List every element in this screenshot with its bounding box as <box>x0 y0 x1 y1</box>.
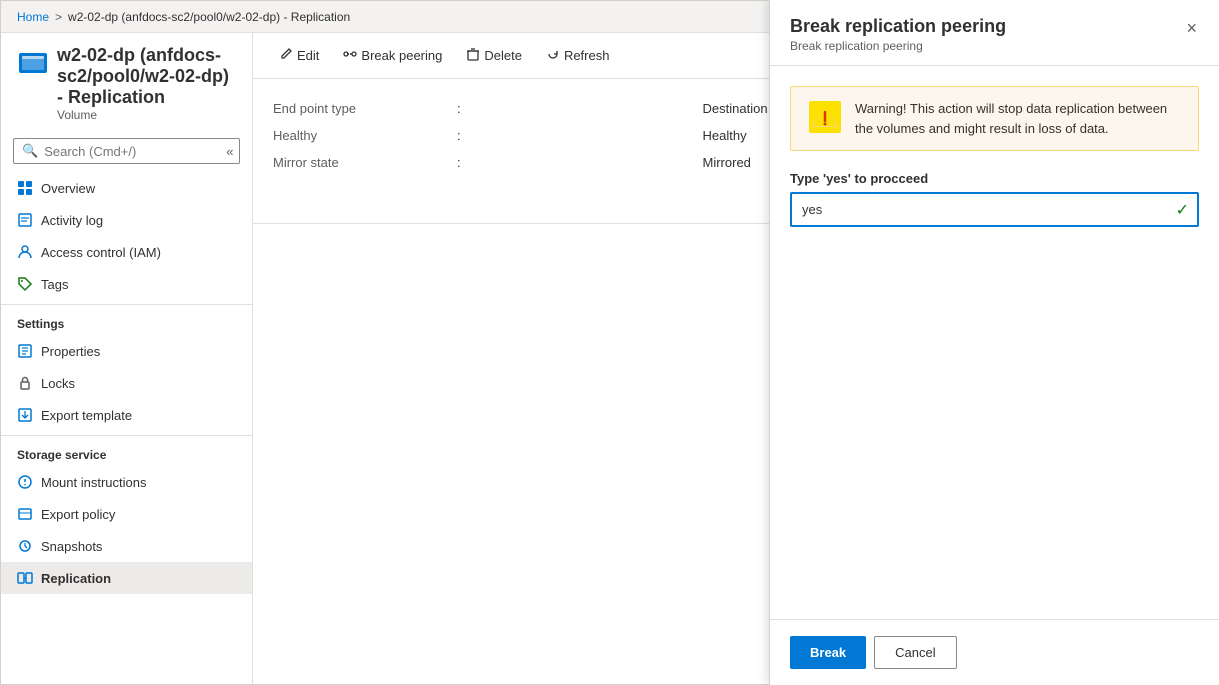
yes-input-section: Type 'yes' to procceed ✓ <box>790 171 1199 227</box>
panel-close-button[interactable]: × <box>1184 16 1199 41</box>
panel-subtitle: Break replication peering <box>790 39 1006 53</box>
break-button[interactable]: Break <box>790 636 866 669</box>
resource-icon <box>17 47 49 79</box>
search-box[interactable]: 🔍 « <box>13 138 240 164</box>
sidebar-item-label-activity-log: Activity log <box>41 213 103 228</box>
sidebar-item-label-replication: Replication <box>41 571 111 586</box>
collapse-icon[interactable]: « <box>226 144 233 159</box>
sidebar-item-label-overview: Overview <box>41 181 95 196</box>
warning-text: Warning! This action will stop data repl… <box>855 99 1182 138</box>
delete-button[interactable]: Delete <box>456 41 532 70</box>
yes-input[interactable] <box>790 192 1199 227</box>
mirror-label: Mirror state <box>273 149 453 176</box>
tags-icon <box>17 276 33 292</box>
activity-icon <box>17 212 33 228</box>
warning-icon <box>807 99 843 138</box>
sidebar-item-label-locks: Locks <box>41 376 75 391</box>
sidebar-item-snapshots[interactable]: Snapshots <box>1 530 252 562</box>
sidebar-item-label-export-template: Export template <box>41 408 132 423</box>
sidebar-item-overview[interactable]: Overview <box>1 172 252 204</box>
search-input[interactable] <box>44 144 220 159</box>
properties-icon <box>17 343 33 359</box>
settings-section-label: Settings <box>1 304 252 335</box>
warning-box: Warning! This action will stop data repl… <box>790 86 1199 151</box>
edit-button[interactable]: Edit <box>269 41 329 70</box>
healthy-label: Healthy <box>273 122 453 149</box>
panel-body: Warning! This action will stop data repl… <box>770 66 1219 619</box>
resource-subtitle: Volume <box>57 108 236 122</box>
sidebar-item-label-snapshots: Snapshots <box>41 539 102 554</box>
sidebar-item-replication[interactable]: Replication <box>1 562 252 594</box>
snapshots-icon <box>17 538 33 554</box>
search-icon: 🔍 <box>22 143 38 159</box>
breadcrumb-home[interactable]: Home <box>17 10 49 24</box>
break-peering-icon <box>343 47 357 64</box>
overview-icon <box>17 180 33 196</box>
panel-footer: Break Cancel <box>770 619 1219 685</box>
edit-icon <box>279 47 293 64</box>
resource-title: w2-02-dp (anfdocs-sc2/pool0/w2-02-dp) - … <box>57 45 236 108</box>
sidebar-item-mount-instructions[interactable]: Mount instructions <box>1 466 252 498</box>
delete-icon <box>466 47 480 64</box>
sidebar-item-label-properties: Properties <box>41 344 100 359</box>
sidebar-item-label-mount: Mount instructions <box>41 475 147 490</box>
input-wrapper: ✓ <box>790 192 1199 227</box>
break-replication-panel: Break replication peering Break replicat… <box>769 0 1219 685</box>
sidebar-item-access-control[interactable]: Access control (IAM) <box>1 236 252 268</box>
sidebar: w2-02-dp (anfdocs-sc2/pool0/w2-02-dp) - … <box>1 33 253 684</box>
sidebar-item-locks[interactable]: Locks <box>1 367 252 399</box>
refresh-icon <box>546 47 560 64</box>
breadcrumb-current: w2-02-dp (anfdocs-sc2/pool0/w2-02-dp) - … <box>68 10 350 24</box>
sidebar-item-export-template[interactable]: Export template <box>1 399 252 431</box>
refresh-button[interactable]: Refresh <box>536 41 620 70</box>
sidebar-item-activity-log[interactable]: Activity log <box>1 204 252 236</box>
endpoint-label: End point type <box>273 95 453 122</box>
sidebar-resource-header: w2-02-dp (anfdocs-sc2/pool0/w2-02-dp) - … <box>1 33 252 130</box>
storage-section-label: Storage service <box>1 435 252 466</box>
sidebar-item-label-tags: Tags <box>41 277 68 292</box>
sidebar-item-label-export-policy: Export policy <box>41 507 115 522</box>
panel-header: Break replication peering Break replicat… <box>770 0 1219 66</box>
input-label: Type 'yes' to procceed <box>790 171 1199 186</box>
replication-icon <box>17 570 33 586</box>
break-peering-button[interactable]: Break peering <box>333 41 452 70</box>
sidebar-item-properties[interactable]: Properties <box>1 335 252 367</box>
sidebar-navigation: Overview Activity log <box>1 172 252 684</box>
export-policy-icon <box>17 506 33 522</box>
panel-title: Break replication peering <box>790 16 1006 37</box>
sidebar-item-label-access: Access control (IAM) <box>41 245 161 260</box>
checkmark-icon: ✓ <box>1176 200 1189 220</box>
mount-icon <box>17 474 33 490</box>
sidebar-item-tags[interactable]: Tags <box>1 268 252 300</box>
access-icon <box>17 244 33 260</box>
locks-icon <box>17 375 33 391</box>
cancel-button[interactable]: Cancel <box>874 636 956 669</box>
sidebar-item-export-policy[interactable]: Export policy <box>1 498 252 530</box>
breadcrumb-sep1: > <box>55 10 62 24</box>
export-template-icon <box>17 407 33 423</box>
